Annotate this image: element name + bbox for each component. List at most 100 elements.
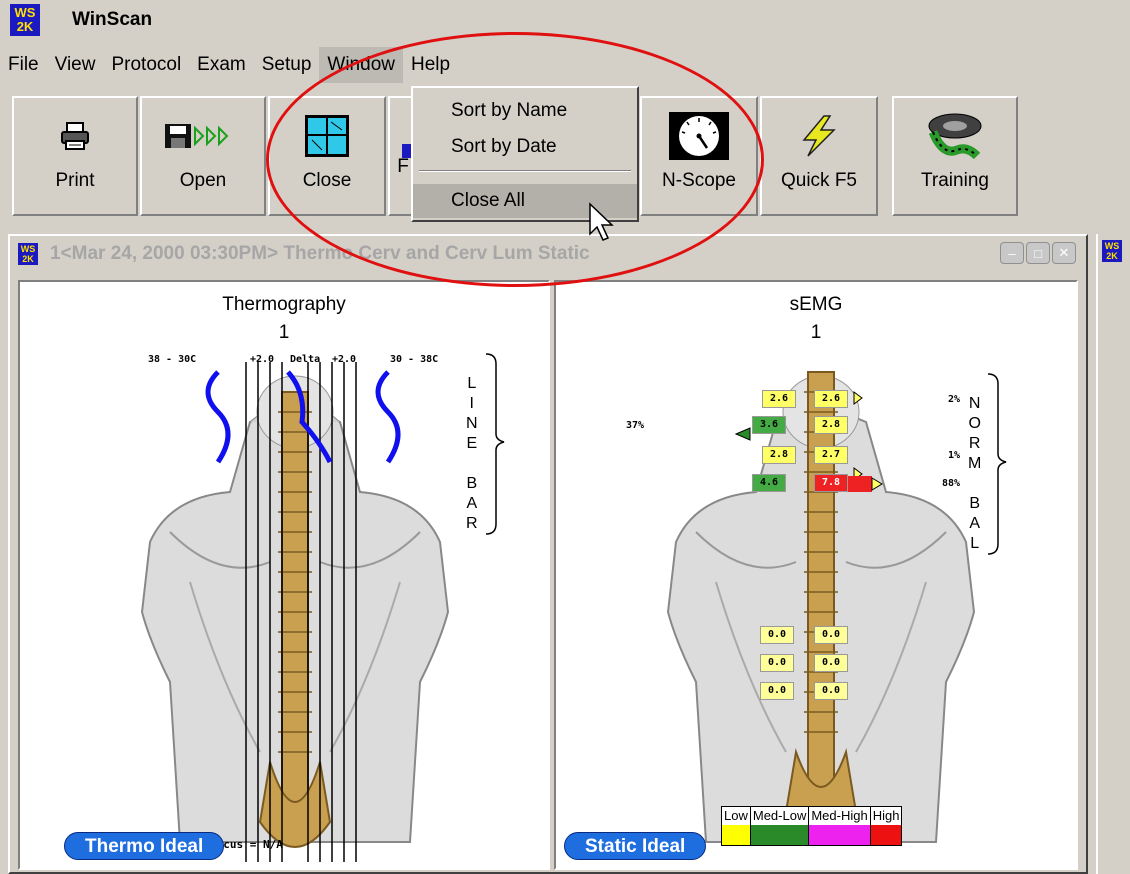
norm-bal-label: N O R M B A L: [968, 394, 981, 554]
film-reel-icon: [923, 112, 987, 160]
semg-value-right: 2.6: [814, 390, 848, 408]
printer-icon: [60, 112, 90, 160]
semg-pane: sEMG 1 2.6 2.6 3.6 2.8 2.8 2.7 4.6 7.8 2…: [554, 280, 1078, 870]
minimize-icon[interactable]: –: [1000, 242, 1024, 264]
close-button[interactable]: Close: [268, 96, 386, 216]
menu-file[interactable]: File: [0, 47, 47, 83]
mouse-cursor-icon: [589, 202, 614, 241]
semg-value-left: 3.6: [752, 416, 786, 434]
winscan-logo-icon: WS 2K: [10, 4, 40, 36]
side-letter: O: [968, 415, 981, 432]
open-disk-arrow-icon: [163, 112, 243, 160]
line-bar-label: L I N E B A R: [466, 374, 478, 534]
thermo-ideal-button[interactable]: Thermo Ideal: [64, 832, 225, 860]
nscope-label: N-Scope: [662, 170, 736, 191]
logo-top-text: WS: [1104, 241, 1120, 251]
exam-window-titlebar[interactable]: WS 2K 1<Mar 24, 2000 03:30PM> Thermo Cer…: [10, 236, 1086, 272]
side-letter: B: [466, 475, 478, 492]
side-letter: A: [466, 495, 478, 512]
legend-label: High: [870, 807, 902, 825]
gauge-icon: [667, 112, 731, 160]
legend-high: High: [870, 807, 902, 845]
print-button[interactable]: Print: [12, 96, 138, 216]
print-label: Print: [55, 170, 95, 191]
semg-pct-left: 37%: [626, 420, 645, 431]
semg-lumbar-right: 0.0: [814, 682, 848, 700]
second-exam-window[interactable]: WS 2K: [1096, 234, 1130, 874]
training-button[interactable]: Training: [892, 96, 1018, 216]
menu-window[interactable]: Window: [319, 47, 403, 83]
close-label: Close: [302, 170, 352, 191]
title-bar: WS 2K WinScan: [0, 0, 1130, 40]
semg-value-right: 2.7: [814, 446, 848, 464]
hidden-button-label: F: [397, 156, 409, 177]
nscope-button[interactable]: N-Scope: [640, 96, 758, 216]
static-ideal-button[interactable]: Static Ideal: [564, 832, 707, 860]
logo-bottom-text: 2K: [1106, 251, 1118, 261]
side-letter: L: [467, 375, 477, 392]
legend-label: Med-Low: [750, 807, 809, 825]
legend-low: Low: [722, 807, 751, 845]
side-letter: I: [469, 395, 474, 412]
side-letter: E: [466, 435, 478, 452]
open-label: Open: [179, 170, 227, 191]
winscan-app: WS 2K WinScan File View Protocol Exam Se…: [0, 0, 1130, 874]
winscan-logo-icon: WS 2K: [1102, 240, 1122, 262]
app-title: WinScan: [72, 9, 153, 30]
thermography-pane: Thermography 1 38 - 30C +2.0 Delta +2.0 …: [18, 280, 550, 870]
window-controls: – □ ✕: [1000, 242, 1076, 264]
exam-window-title: 1<Mar 24, 2000 03:30PM> Thermo Cerv and …: [50, 243, 590, 264]
logo-top-text: WS: [14, 5, 36, 20]
close-window-icon[interactable]: ✕: [1052, 242, 1076, 264]
lightning-icon: [796, 112, 842, 160]
side-letter: M: [968, 455, 982, 472]
semg-legend: Low Med-Low Med-High High: [721, 806, 903, 846]
side-letter: L: [970, 535, 980, 552]
menu-view[interactable]: View: [47, 47, 104, 83]
quickf5-label: Quick F5: [780, 170, 858, 191]
legend-swatch: [809, 825, 870, 845]
quickf5-button[interactable]: Quick F5: [760, 96, 878, 216]
logo-bottom-text: 2K: [16, 19, 34, 34]
training-label: Training: [921, 170, 989, 191]
winscan-logo-icon: WS 2K: [18, 243, 38, 265]
legend-swatch: [870, 825, 902, 845]
semg-value-left: 4.6: [752, 474, 786, 492]
semg-pct-right: 2%: [948, 394, 961, 405]
open-button[interactable]: Open: [140, 96, 266, 216]
thermo-torso-illustration: [130, 353, 505, 862]
semg-lumbar-left: 0.0: [760, 682, 794, 700]
menu-setup[interactable]: Setup: [254, 47, 320, 83]
semg-pct-right: 88%: [942, 478, 961, 489]
logo-bottom-text: 2K: [22, 254, 34, 264]
maximize-icon[interactable]: □: [1026, 242, 1050, 264]
semg-pct-right: 1%: [948, 450, 961, 461]
side-letter: R: [968, 435, 981, 452]
semg-lumbar-left: 0.0: [760, 626, 794, 644]
semg-lumbar-right: 0.0: [814, 654, 848, 672]
menu-help[interactable]: Help: [403, 47, 458, 83]
semg-torso-illustration: [666, 371, 1007, 843]
legend-label: Low: [722, 807, 750, 825]
semg-lumbar-left: 0.0: [760, 654, 794, 672]
semg-value-left: 2.6: [762, 390, 796, 408]
legend-swatch: [722, 825, 750, 845]
logo-top-text: WS: [20, 244, 36, 254]
side-letter: N: [968, 395, 981, 412]
side-letter: N: [466, 415, 478, 432]
legend-med-low: Med-Low: [750, 807, 810, 845]
menu-separator: [419, 170, 631, 172]
semg-value-left: 2.8: [762, 446, 796, 464]
semg-value-right: 7.8: [814, 474, 848, 492]
semg-value-right: 2.8: [814, 416, 848, 434]
side-letter: R: [466, 515, 478, 532]
side-letter: B: [969, 495, 980, 512]
exam-window: WS 2K 1<Mar 24, 2000 03:30PM> Thermo Cer…: [8, 234, 1088, 874]
menu-exam[interactable]: Exam: [189, 47, 254, 83]
semg-lumbar-right: 0.0: [814, 626, 848, 644]
menu-item-sort-by-date[interactable]: Sort by Date: [413, 130, 637, 164]
menu-item-sort-by-name[interactable]: Sort by Name: [413, 94, 637, 128]
menu-protocol[interactable]: Protocol: [103, 47, 189, 83]
legend-med-high: Med-High: [809, 807, 871, 845]
tile-windows-icon: [304, 112, 350, 160]
